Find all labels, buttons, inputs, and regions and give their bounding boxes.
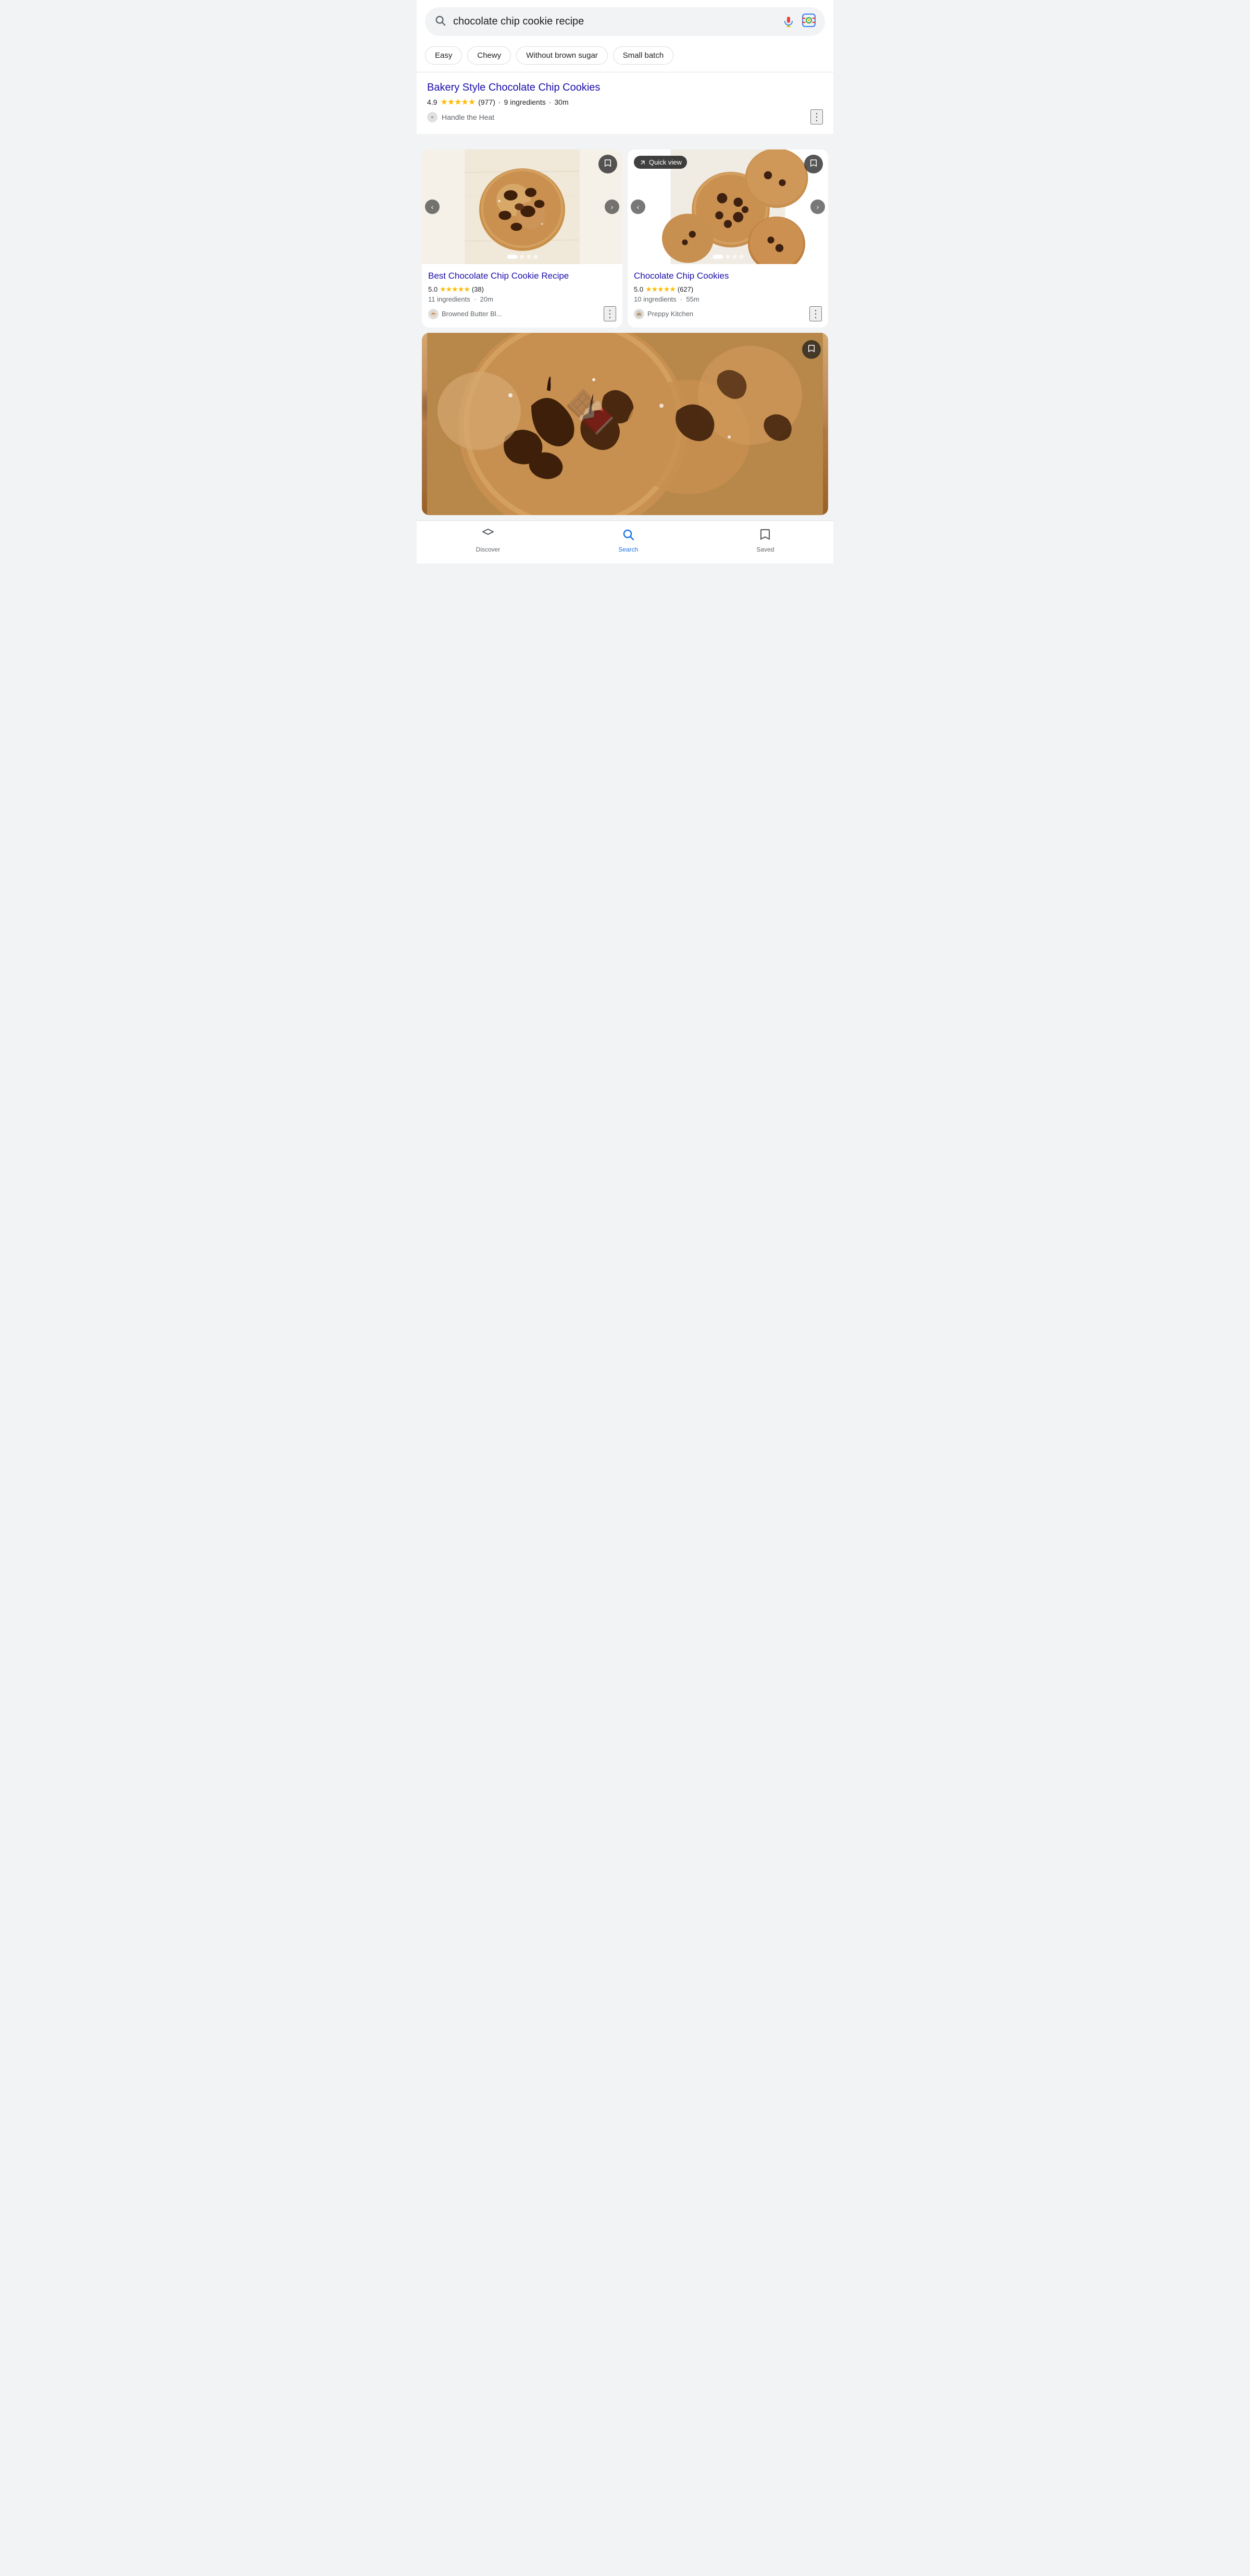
- discover-icon: [482, 528, 494, 544]
- card2-source: Preppy Kitchen: [634, 309, 693, 319]
- card1-source-name: Browned Butter Bl...: [442, 310, 502, 318]
- card2-bookmark-icon: [809, 159, 818, 170]
- card1-prev-arrow[interactable]: ‹: [425, 199, 440, 214]
- card1-cookie-image: [422, 149, 622, 264]
- card1-reviews: (38): [472, 285, 484, 293]
- source-favicon: [427, 112, 438, 122]
- recipe-grid: ‹ › Best Chocolate Chip Cookie Recipe 5.…: [422, 149, 828, 328]
- featured-time: 30m: [554, 98, 568, 106]
- search-nav-icon: [622, 528, 634, 544]
- featured-source: Handle the Heat: [427, 112, 494, 122]
- search-bar[interactable]: chocolate chip cookie recipe: [425, 7, 825, 36]
- large-card-bookmark[interactable]: [802, 340, 821, 359]
- card2-more-options[interactable]: ⋮: [809, 306, 822, 321]
- featured-source-row: Handle the Heat ⋮: [427, 109, 823, 124]
- discover-label: Discover: [476, 546, 501, 553]
- card1-bookmark[interactable]: [598, 155, 617, 173]
- featured-dot-sep2: ·: [549, 98, 552, 106]
- search-nav-label: Search: [618, 546, 638, 553]
- bookmark-icon: [604, 159, 612, 170]
- card2-source-row: Preppy Kitchen ⋮: [634, 306, 822, 321]
- featured-rating: 4.9: [427, 98, 437, 106]
- featured-dot-sep: ·: [498, 98, 501, 106]
- bottom-nav: Discover Search Saved: [417, 520, 833, 564]
- card1-stars: ★★★★★: [440, 285, 470, 294]
- card2-dot-2: [726, 255, 730, 259]
- card1-info: Best Chocolate Chip Cookie Recipe 5.0 ★★…: [422, 264, 622, 328]
- card1-next-arrow[interactable]: ›: [605, 199, 619, 214]
- filter-chips: Easy Chewy Without brown sugar Small bat…: [417, 41, 833, 72]
- large-card-bookmark-icon: [807, 344, 816, 355]
- card2-source-name: Preppy Kitchen: [647, 310, 693, 318]
- large-cookie-card[interactable]: [422, 333, 828, 515]
- quick-view-label: Quick view: [649, 158, 682, 166]
- featured-reviews: (977): [478, 98, 495, 106]
- featured-ingredients: 9 ingredients: [504, 98, 546, 106]
- mic-icon[interactable]: [782, 16, 795, 28]
- chip-chewy[interactable]: Chewy: [467, 46, 511, 65]
- nav-discover[interactable]: Discover: [476, 528, 501, 553]
- recipe-card-1[interactable]: ‹ › Best Chocolate Chip Cookie Recipe 5.…: [422, 149, 622, 328]
- card1-time: 20m: [480, 295, 493, 303]
- card2-carousel-dots: [712, 255, 743, 259]
- card2-ingredients: 10 ingredients: [634, 295, 677, 303]
- saved-label: Saved: [756, 546, 774, 553]
- featured-result: Bakery Style Chocolate Chip Cookies 4.9 …: [417, 72, 833, 134]
- card2-reviews: (627): [678, 285, 693, 293]
- section-separator: [417, 139, 833, 144]
- card1-favicon: [428, 309, 439, 319]
- featured-more-options[interactable]: ⋮: [810, 109, 823, 124]
- chip-without-brown-sugar[interactable]: Without brown sugar: [516, 46, 608, 65]
- nav-search[interactable]: Search: [618, 528, 638, 553]
- card2-prev-arrow[interactable]: ‹: [631, 199, 645, 214]
- card2-meta: 5.0 ★★★★★ (627): [634, 285, 822, 294]
- card2-dot-1: [712, 255, 723, 259]
- card2-dot-3: [732, 255, 736, 259]
- featured-result-meta: 4.9 ★★★★★ (977) · 9 ingredients · 30m: [427, 97, 823, 107]
- card1-title[interactable]: Best Chocolate Chip Cookie Recipe: [428, 270, 616, 282]
- card1-meta: 5.0 ★★★★★ (38): [428, 285, 616, 294]
- quick-view-badge[interactable]: Quick view: [634, 156, 687, 169]
- card2-image-wrap: Quick view ‹ ›: [628, 149, 828, 264]
- dot-4: [533, 255, 538, 259]
- chip-small-batch[interactable]: Small batch: [613, 46, 673, 65]
- card1-details: 11 ingredients · 20m: [428, 295, 616, 303]
- card1-more-options[interactable]: ⋮: [604, 306, 616, 321]
- lens-icon[interactable]: [802, 14, 816, 30]
- dot-2: [520, 255, 524, 259]
- recipe-card-2[interactable]: Quick view ‹ ›: [628, 149, 828, 328]
- card2-favicon: [634, 309, 644, 319]
- large-cookie-image: [422, 333, 828, 515]
- search-input[interactable]: chocolate chip cookie recipe: [453, 16, 775, 28]
- card2-details: 10 ingredients · 55m: [634, 295, 822, 303]
- card1-rating: 5.0: [428, 285, 438, 293]
- card2-dot-4: [739, 255, 743, 259]
- card1-image-wrap: ‹ ›: [422, 149, 622, 264]
- nav-saved[interactable]: Saved: [756, 528, 774, 553]
- card2-next-arrow[interactable]: ›: [810, 199, 825, 214]
- card2-stars: ★★★★★: [645, 285, 676, 294]
- large-cookie-svg: [422, 333, 828, 515]
- card1-source-row: Browned Butter Bl... ⋮: [428, 306, 616, 321]
- card1-source: Browned Butter Bl...: [428, 309, 502, 319]
- chip-easy[interactable]: Easy: [425, 46, 462, 65]
- featured-result-title[interactable]: Bakery Style Chocolate Chip Cookies: [427, 82, 823, 94]
- dot-1: [507, 255, 517, 259]
- search-icon: [434, 15, 446, 29]
- recipe-cards-section: ‹ › Best Chocolate Chip Cookie Recipe 5.…: [417, 144, 833, 520]
- card1-carousel-dots: [507, 255, 538, 259]
- card2-rating: 5.0: [634, 285, 643, 293]
- card2-time: 55m: [686, 295, 699, 303]
- featured-stars: ★★★★★: [440, 97, 475, 107]
- saved-icon: [759, 528, 771, 544]
- card2-info: Chocolate Chip Cookies 5.0 ★★★★★ (627) 1…: [628, 264, 828, 328]
- card2-bookmark[interactable]: [804, 155, 823, 173]
- card1-ingredients: 11 ingredients: [428, 295, 470, 303]
- featured-source-name: Handle the Heat: [442, 113, 494, 121]
- dot-3: [527, 255, 531, 259]
- search-bar-section: chocolate chip cookie recipe: [417, 0, 833, 41]
- card2-title[interactable]: Chocolate Chip Cookies: [634, 270, 822, 282]
